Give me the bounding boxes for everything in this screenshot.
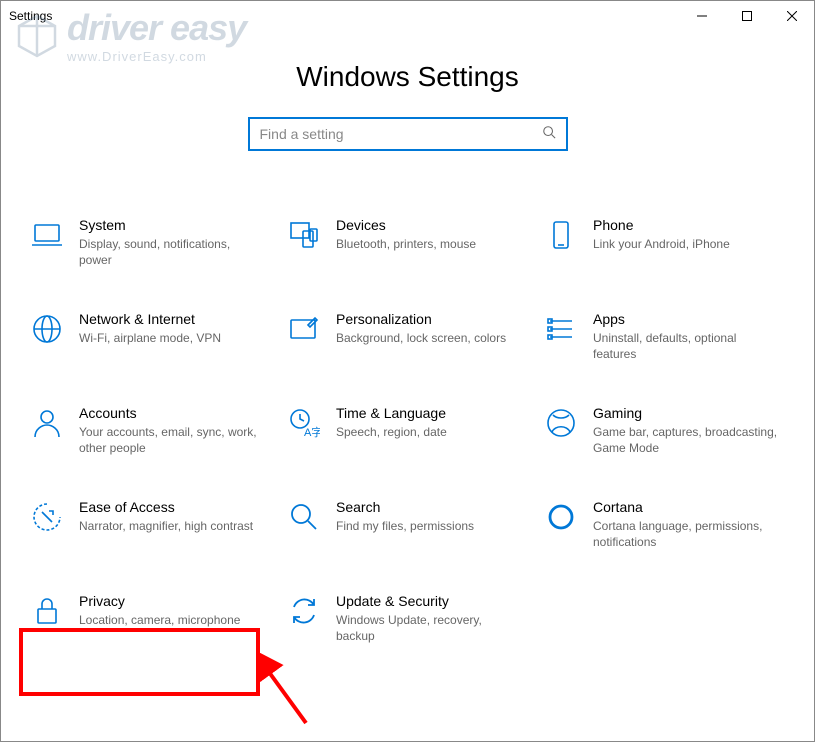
xbox-icon <box>545 407 577 439</box>
titlebar: Settings <box>1 1 814 31</box>
tile-title: Privacy <box>79 593 264 609</box>
tile-desc: Windows Update, recovery, backup <box>336 612 521 644</box>
tile-apps[interactable]: Apps Uninstall, defaults, optional featu… <box>541 305 788 391</box>
tile-title: Devices <box>336 217 521 233</box>
tile-cortana[interactable]: Cortana Cortana language, permissions, n… <box>541 493 788 579</box>
tile-desc: Location, camera, microphone <box>79 612 264 628</box>
search-icon <box>542 125 556 144</box>
tile-desc: Display, sound, notifications, power <box>79 236 264 268</box>
tile-desc: Your accounts, email, sync, work, other … <box>79 424 264 456</box>
tile-desc: Background, lock screen, colors <box>336 330 521 346</box>
tile-phone[interactable]: Phone Link your Android, iPhone <box>541 211 788 297</box>
tile-desc: Game bar, captures, broadcasting, Game M… <box>593 424 778 456</box>
lock-icon <box>31 595 63 627</box>
tile-accounts[interactable]: Accounts Your accounts, email, sync, wor… <box>27 399 274 485</box>
tile-title: Personalization <box>336 311 521 327</box>
tile-title: Phone <box>593 217 778 233</box>
sync-icon <box>288 595 320 627</box>
tile-title: Search <box>336 499 521 515</box>
tile-title: Ease of Access <box>79 499 264 515</box>
window-title: Settings <box>9 9 52 23</box>
maximize-button[interactable] <box>724 1 769 31</box>
time-language-icon: A字 <box>288 407 320 439</box>
devices-icon <box>288 219 320 251</box>
tile-title: Accounts <box>79 405 264 421</box>
tile-title: System <box>79 217 264 233</box>
tile-title: Gaming <box>593 405 778 421</box>
tile-privacy[interactable]: Privacy Location, camera, microphone <box>27 587 274 673</box>
tile-title: Time & Language <box>336 405 521 421</box>
tile-title: Cortana <box>593 499 778 515</box>
phone-icon <box>545 219 577 251</box>
tile-time[interactable]: A字 Time & Language Speech, region, date <box>284 399 531 485</box>
close-button[interactable] <box>769 1 814 31</box>
paint-icon <box>288 313 320 345</box>
laptop-icon <box>31 219 63 251</box>
tile-devices[interactable]: Devices Bluetooth, printers, mouse <box>284 211 531 297</box>
tile-ease-of-access[interactable]: Ease of Access Narrator, magnifier, high… <box>27 493 274 579</box>
ease-of-access-icon <box>31 501 63 533</box>
tile-desc: Narrator, magnifier, high contrast <box>79 518 264 534</box>
tile-update[interactable]: Update & Security Windows Update, recove… <box>284 587 531 673</box>
cortana-icon <box>545 501 577 533</box>
tile-title: Apps <box>593 311 778 327</box>
tile-desc: Uninstall, defaults, optional features <box>593 330 778 362</box>
tile-title: Network & Internet <box>79 311 264 327</box>
search-input[interactable] <box>260 126 542 142</box>
tile-desc: Cortana language, permissions, notificat… <box>593 518 778 550</box>
svg-text:A字: A字 <box>304 425 320 439</box>
tile-desc: Find my files, permissions <box>336 518 521 534</box>
tile-personalization[interactable]: Personalization Background, lock screen,… <box>284 305 531 391</box>
tile-title: Update & Security <box>336 593 521 609</box>
tile-desc: Bluetooth, printers, mouse <box>336 236 521 252</box>
tile-system[interactable]: System Display, sound, notifications, po… <box>27 211 274 297</box>
tile-desc: Wi-Fi, airplane mode, VPN <box>79 330 264 346</box>
magnifier-icon <box>288 501 320 533</box>
apps-icon <box>545 313 577 345</box>
page-title: Windows Settings <box>1 61 814 93</box>
tile-network[interactable]: Network & Internet Wi-Fi, airplane mode,… <box>27 305 274 391</box>
tile-gaming[interactable]: Gaming Game bar, captures, broadcasting,… <box>541 399 788 485</box>
tile-desc: Speech, region, date <box>336 424 521 440</box>
settings-grid: System Display, sound, notifications, po… <box>1 151 814 673</box>
search-box[interactable] <box>248 117 568 151</box>
person-icon <box>31 407 63 439</box>
minimize-button[interactable] <box>679 1 724 31</box>
tile-search[interactable]: Search Find my files, permissions <box>284 493 531 579</box>
tile-desc: Link your Android, iPhone <box>593 236 778 252</box>
globe-icon <box>31 313 63 345</box>
